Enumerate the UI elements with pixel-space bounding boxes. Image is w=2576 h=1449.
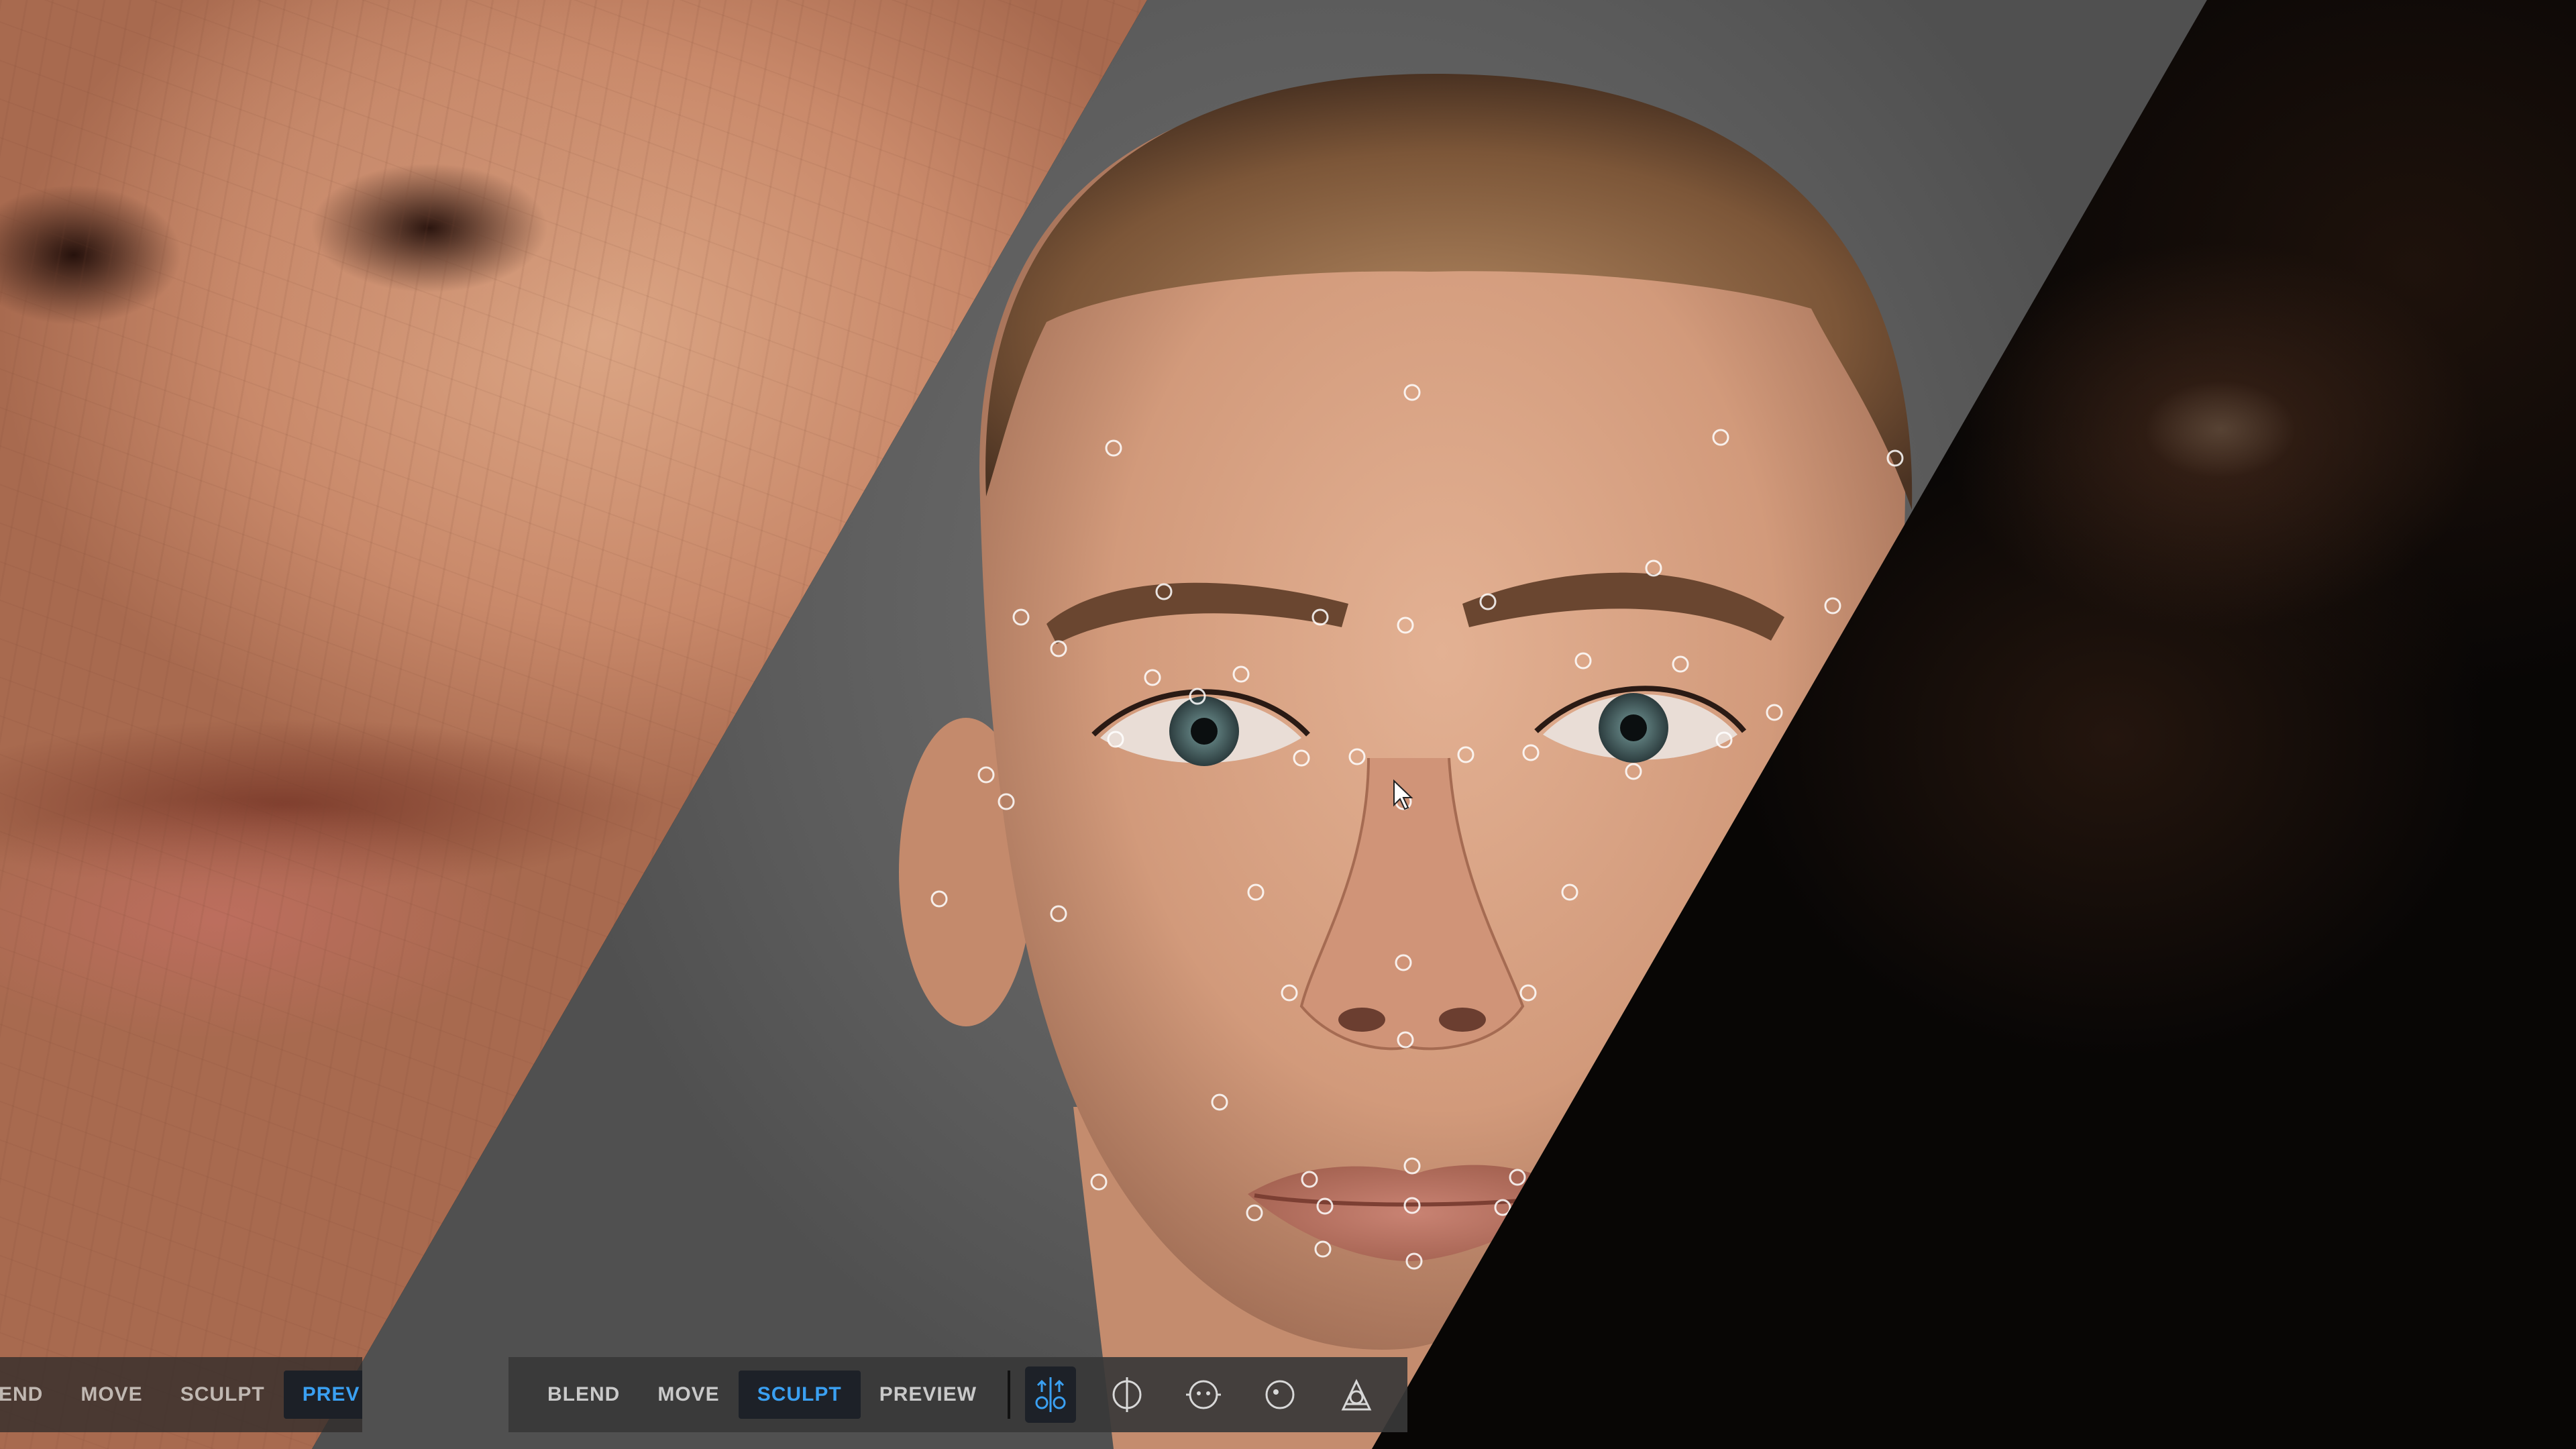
center-axis-icon xyxy=(1112,1377,1142,1412)
sculpt-tab-secondary[interactable]: SCULPT xyxy=(162,1371,284,1419)
toolbar-divider xyxy=(1008,1371,1010,1419)
move-tab-secondary[interactable]: MOVE xyxy=(62,1371,161,1419)
symmetry-split-icon xyxy=(1035,1377,1066,1412)
head-wireframe-icon xyxy=(1341,1379,1372,1411)
symmetry-split-button[interactable] xyxy=(1024,1366,1076,1423)
sculpt-tab[interactable]: SCULPT xyxy=(738,1371,861,1419)
head-wireframe-button[interactable] xyxy=(1331,1366,1382,1423)
circle-dot-button[interactable] xyxy=(1254,1366,1305,1423)
blend-tab-partial[interactable]: END xyxy=(0,1371,62,1419)
preview-tab-partial[interactable]: PREV xyxy=(283,1371,362,1419)
blend-tab[interactable]: BLEND xyxy=(529,1371,639,1419)
preview-tab[interactable]: PREVIEW xyxy=(861,1371,996,1419)
mode-toolbar-secondary: END MOVE SCULPT PREV xyxy=(0,1357,362,1432)
circle-dot-icon xyxy=(1265,1380,1295,1409)
face-ring-button[interactable] xyxy=(1178,1366,1229,1423)
center-axis-button[interactable] xyxy=(1102,1366,1152,1423)
move-tab[interactable]: MOVE xyxy=(639,1371,738,1419)
viewport-stage: END MOVE SCULPT PREV BLEND MOVE SCULPT P… xyxy=(0,0,2576,1449)
mode-toolbar: BLEND MOVE SCULPT PREVIEW xyxy=(508,1357,1407,1432)
face-ring-icon xyxy=(1185,1380,1221,1409)
